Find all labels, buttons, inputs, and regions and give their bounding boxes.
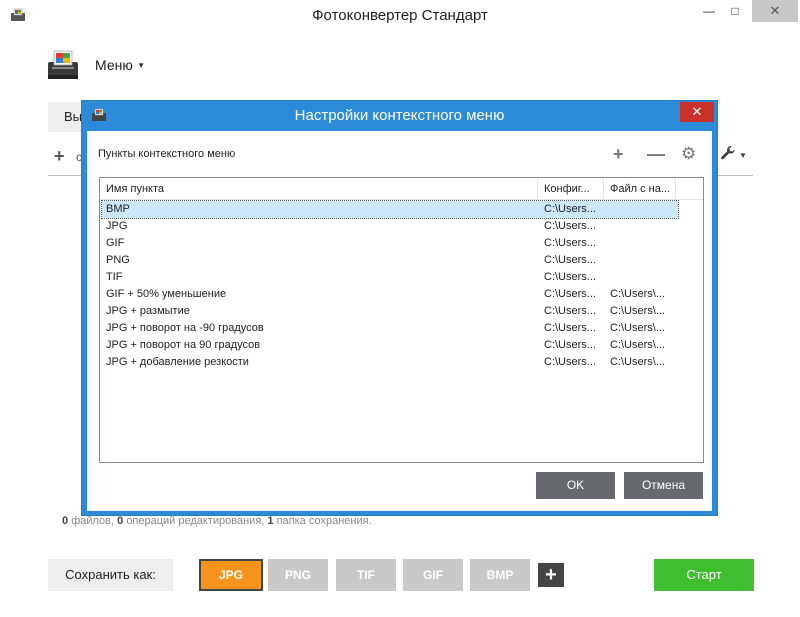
item-name: JPG + размытие <box>106 305 190 317</box>
item-name: BMP <box>106 203 130 215</box>
main-titlebar: Фотоконвертер Стандарт — □ ✕ <box>0 0 800 31</box>
list-item[interactable]: JPG + добавление резкости C:\Users... C:… <box>100 354 703 371</box>
list-rows: BMP C:\Users... JPG C:\Users... GIF C:\U… <box>100 200 703 371</box>
item-config: C:\Users... <box>544 322 596 334</box>
ok-button[interactable]: OK <box>536 472 615 499</box>
item-name: JPG + добавление резкости <box>106 356 249 368</box>
list-item[interactable]: JPG + поворот на 90 градусов C:\Users...… <box>100 337 703 354</box>
remove-item-icon[interactable]: — <box>647 143 665 165</box>
wrench-svg <box>721 146 735 160</box>
files-count: 0 <box>62 515 69 527</box>
list-item[interactable]: GIF C:\Users... <box>100 235 703 252</box>
context-items-list[interactable]: Имя пункта Конфиг... Файл с на... BMP C:… <box>99 177 704 463</box>
item-name: JPG + поворот на 90 градусов <box>106 339 261 351</box>
item-file: C:\Users\... <box>610 339 666 351</box>
item-file: C:\Users\... <box>610 288 666 300</box>
folders-label: папка сохранения. <box>276 515 372 527</box>
context-menu-settings-dialog: Настройки контекстного меню ✕ Пункты кон… <box>81 100 718 516</box>
format-button-tif[interactable]: TIF <box>336 559 396 591</box>
item-config: C:\Users... <box>544 254 596 266</box>
context-items-caption: Пункты контекстного меню <box>98 148 236 160</box>
item-config: C:\Users... <box>544 339 596 351</box>
main-menu[interactable]: Меню ▾ <box>46 48 143 82</box>
item-name: JPG + поворот на -90 градусов <box>106 322 264 334</box>
list-header: Имя пункта Конфиг... Файл с на... <box>100 178 703 200</box>
format-button-bmp[interactable]: BMP <box>470 559 530 591</box>
add-format-button[interactable]: + <box>538 563 564 587</box>
list-item[interactable]: JPG + размытие C:\Users... C:\Users\... <box>100 303 703 320</box>
gear-icon[interactable]: ⚙ <box>681 143 696 165</box>
folders-count: 1 <box>267 515 274 527</box>
item-config: C:\Users... <box>544 220 596 232</box>
wrench-icon[interactable] <box>720 145 736 165</box>
save-bar: Сохранить как: JPG PNG TIF GIF BMP + Ста… <box>0 559 800 591</box>
list-item[interactable]: GIF + 50% уменьшение C:\Users... C:\User… <box>100 286 703 303</box>
dialog-close-button[interactable]: ✕ <box>680 102 714 122</box>
item-name: TIF <box>106 271 123 283</box>
save-as-label: Сохранить как: <box>48 559 173 591</box>
format-button-gif[interactable]: GIF <box>403 559 463 591</box>
dialog-titlebar: Настройки контекстного меню ✕ <box>82 101 717 131</box>
column-header-file[interactable]: Файл с на... <box>604 178 676 200</box>
column-header-name[interactable]: Имя пункта <box>100 178 538 200</box>
item-name: JPG <box>106 220 128 232</box>
dialog-body: Пункты контекстного меню + — ⚙ Имя пункт… <box>87 131 712 511</box>
menu-label[interactable]: Меню ▾ <box>95 57 143 73</box>
item-config: C:\Users... <box>544 271 596 283</box>
format-button-jpg[interactable]: JPG <box>199 559 263 591</box>
chevron-down-icon: ▼ <box>739 151 747 160</box>
item-config: C:\Users... <box>544 305 596 317</box>
item-name: GIF <box>106 237 125 249</box>
list-item[interactable]: JPG + поворот на -90 градусов C:\Users..… <box>100 320 703 337</box>
list-item[interactable]: JPG C:\Users... <box>100 218 703 235</box>
chevron-down-icon: ▾ <box>138 59 144 70</box>
maximize-button[interactable]: □ <box>722 0 748 22</box>
minimize-button[interactable]: — <box>696 0 722 22</box>
window-title: Фотоконвертер Стандарт <box>312 7 488 24</box>
close-button[interactable]: ✕ <box>752 0 798 22</box>
item-config: C:\Users... <box>544 288 596 300</box>
item-config: C:\Users... <box>544 356 596 368</box>
photo-converter-logo-icon <box>48 50 78 79</box>
item-name: GIF + 50% уменьшение <box>106 288 227 300</box>
status-line: 0 файлов, 0 операций редактирования, 1 п… <box>62 515 372 527</box>
start-button[interactable]: Старт <box>654 559 754 591</box>
item-config: C:\Users... <box>544 237 596 249</box>
cancel-button[interactable]: Отмена <box>624 472 703 499</box>
list-item[interactable]: BMP C:\Users... <box>101 200 679 219</box>
list-item[interactable]: PNG C:\Users... <box>100 252 703 269</box>
ops-count: 0 <box>117 515 124 527</box>
files-label: файлов, <box>71 515 115 527</box>
dialog-title: Настройки контекстного меню <box>294 107 505 124</box>
column-header-config[interactable]: Конфиг... <box>538 178 604 200</box>
format-button-png[interactable]: PNG <box>268 559 328 591</box>
item-file: C:\Users\... <box>610 305 666 317</box>
item-file: C:\Users\... <box>610 322 666 334</box>
add-item-icon[interactable]: + <box>613 143 624 165</box>
item-file: C:\Users\... <box>610 356 666 368</box>
item-name: PNG <box>106 254 130 266</box>
ops-label: операций редактирования, <box>126 515 265 527</box>
menu-text: Меню <box>95 57 133 73</box>
item-config: C:\Users... <box>544 203 596 215</box>
add-files-plus-icon[interactable]: + <box>54 146 65 166</box>
list-item[interactable]: TIF C:\Users... <box>100 269 703 286</box>
